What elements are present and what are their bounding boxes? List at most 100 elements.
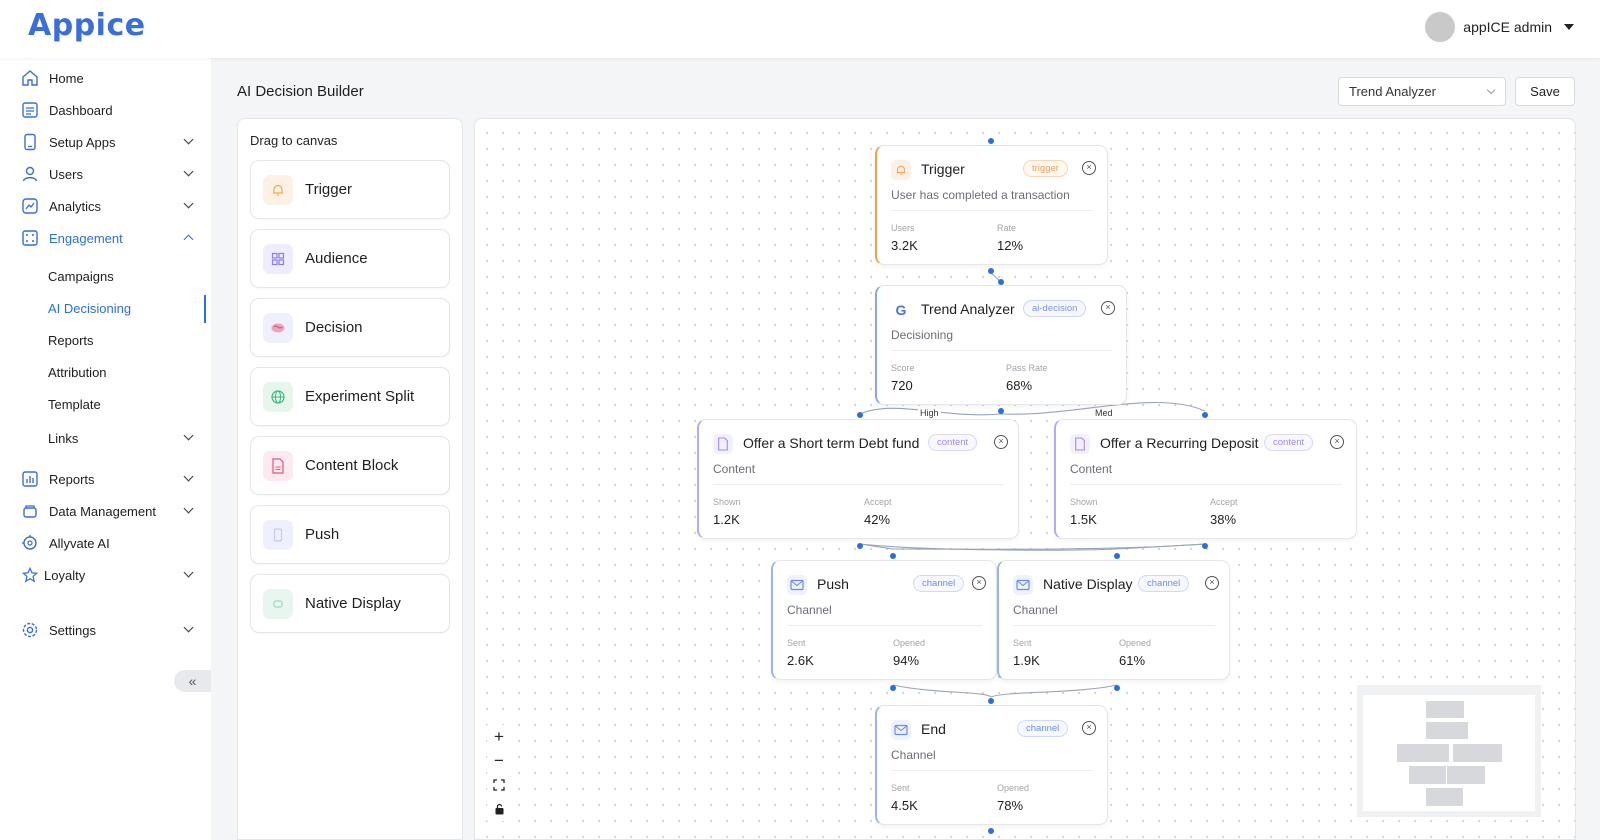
sidebar-item-allyvate-ai[interactable]: Allyvate AI bbox=[20, 529, 192, 557]
close-icon[interactable]: × bbox=[994, 435, 1008, 449]
palette-item-native-display[interactable]: Native Display bbox=[250, 574, 450, 633]
save-button[interactable]: Save bbox=[1515, 77, 1575, 106]
user-menu[interactable]: appICE admin bbox=[1425, 12, 1574, 42]
sidebar-item-loyalty[interactable]: Loyalty bbox=[20, 561, 194, 589]
close-icon[interactable]: × bbox=[972, 576, 986, 590]
flow-canvas[interactable]: High Med Trigger trigger × User has comp… bbox=[474, 118, 1576, 840]
document-icon bbox=[1070, 434, 1090, 454]
caret-down-icon[interactable] bbox=[1564, 24, 1574, 30]
chevron-down-icon[interactable] bbox=[183, 622, 194, 633]
node-title: Trigger bbox=[921, 161, 965, 177]
sidebar-item-dashboard[interactable]: Dashboard bbox=[20, 96, 192, 124]
close-icon[interactable]: × bbox=[1205, 576, 1219, 590]
analytics-icon bbox=[20, 196, 40, 216]
chevron-down-icon[interactable] bbox=[183, 134, 194, 145]
sidebar-subitem-links[interactable]: Links bbox=[48, 424, 194, 452]
sidebar-subitem-attribution[interactable]: Attribution bbox=[48, 363, 107, 383]
metric-label: Opened bbox=[997, 783, 1030, 793]
node-trend-analyzer[interactable]: G Trend Analyzer ai-decision × Decisioni… bbox=[875, 285, 1127, 405]
sidebar-item-data-management[interactable]: Data Management bbox=[20, 497, 194, 525]
close-icon[interactable]: × bbox=[1082, 161, 1096, 175]
node-native-display[interactable]: Native Display channel × Channel Sent 1.… bbox=[997, 560, 1230, 680]
metric-value: 94% bbox=[893, 653, 920, 668]
chevron-down-icon[interactable] bbox=[183, 471, 194, 482]
sidebar-subitem-campaigns[interactable]: Campaigns bbox=[48, 267, 114, 287]
metric-value: 12% bbox=[997, 238, 1024, 253]
node-content-short-term-debt[interactable]: Offer a Short term Debt fund content × C… bbox=[697, 419, 1019, 539]
minimap-viewport bbox=[1363, 695, 1535, 811]
sidebar-item-analytics[interactable]: Analytics bbox=[20, 192, 194, 220]
node-push[interactable]: Push channel × Channel Sent 2.6K Opened … bbox=[771, 560, 997, 680]
zoom-out-button[interactable]: − bbox=[487, 749, 511, 773]
minimap-node bbox=[1409, 766, 1446, 784]
app-logo[interactable]: Appice bbox=[28, 8, 146, 43]
edge-push-end bbox=[892, 684, 992, 698]
divider bbox=[891, 210, 1093, 211]
document-icon bbox=[263, 450, 293, 481]
lock-icon[interactable] bbox=[487, 797, 511, 821]
divider bbox=[1070, 484, 1342, 485]
flow-select[interactable]: Trend Analyzer bbox=[1338, 77, 1506, 106]
reports-icon bbox=[20, 469, 40, 489]
sidebar-item-users[interactable]: Users bbox=[20, 160, 194, 188]
chevron-down-icon[interactable] bbox=[183, 567, 194, 578]
handle-dot bbox=[1114, 685, 1120, 691]
sidebar: Home Dashboard Setup Apps Users Analytic… bbox=[0, 58, 211, 840]
phone-icon bbox=[20, 132, 40, 152]
node-trigger[interactable]: Trigger trigger × User has completed a t… bbox=[875, 145, 1108, 265]
palette-item-decision[interactable]: Decision bbox=[250, 298, 450, 357]
palette-item-trigger[interactable]: Trigger bbox=[250, 160, 450, 219]
database-icon bbox=[20, 501, 40, 521]
metric-label: Users bbox=[891, 223, 915, 233]
node-type-badge: channel bbox=[913, 575, 965, 592]
chevron-up-icon[interactable] bbox=[183, 234, 194, 245]
mail-icon bbox=[891, 720, 911, 740]
metric-label: Shown bbox=[1070, 497, 1098, 507]
minimap-node bbox=[1447, 766, 1485, 784]
sidebar-item-engagement[interactable]: Engagement bbox=[20, 224, 194, 252]
dashboard-icon bbox=[20, 100, 40, 120]
avatar[interactable] bbox=[1425, 12, 1456, 42]
metric-value: 61% bbox=[1119, 653, 1146, 668]
palette-item-push[interactable]: Push bbox=[250, 505, 450, 564]
node-end[interactable]: End channel × Channel Sent 4.5K Opened 7… bbox=[875, 705, 1108, 825]
minimap[interactable] bbox=[1357, 685, 1541, 817]
handle-dot bbox=[988, 698, 994, 704]
sidebar-subitem-template[interactable]: Template bbox=[48, 395, 101, 415]
sidebar-subitem-ai-decisioning[interactable]: AI Decisioning bbox=[48, 299, 131, 319]
metric-value: 1.9K bbox=[1013, 653, 1040, 668]
user-name[interactable]: appICE admin bbox=[1463, 19, 1552, 35]
chevron-down-icon[interactable] bbox=[183, 198, 194, 209]
metric-value: 78% bbox=[997, 798, 1024, 813]
sidebar-subitem-reports[interactable]: Reports bbox=[48, 331, 94, 351]
node-type-badge: content bbox=[928, 434, 978, 451]
sidebar-item-home[interactable]: Home bbox=[20, 64, 192, 92]
metric-label: Sent bbox=[891, 783, 910, 793]
collapse-sidebar-button[interactable]: « bbox=[174, 670, 211, 692]
chevron-down-icon[interactable] bbox=[183, 430, 194, 441]
node-content-recurring-deposit[interactable]: Offer a Recurring Deposit content × Cont… bbox=[1054, 419, 1357, 539]
user-icon bbox=[20, 164, 40, 184]
sidebar-item-reports[interactable]: Reports bbox=[20, 465, 194, 493]
sidebar-item-settings[interactable]: Settings bbox=[20, 616, 194, 644]
gear-icon bbox=[20, 620, 40, 640]
close-icon[interactable]: × bbox=[1330, 435, 1344, 449]
close-icon[interactable]: × bbox=[1082, 721, 1096, 735]
fit-view-icon[interactable] bbox=[487, 773, 511, 797]
handle-dot bbox=[988, 828, 994, 834]
chevron-down-icon[interactable] bbox=[183, 503, 194, 514]
node-subtitle: User has completed a transaction bbox=[891, 188, 1070, 202]
node-subtitle: Channel bbox=[1013, 603, 1058, 617]
divider bbox=[713, 484, 1004, 485]
zoom-in-button[interactable]: + bbox=[487, 725, 511, 749]
palette-item-audience[interactable]: Audience bbox=[250, 229, 450, 288]
palette-item-experiment-split[interactable]: Experiment Split bbox=[250, 367, 450, 426]
chevron-down-icon[interactable] bbox=[183, 166, 194, 177]
metric-value: 68% bbox=[1006, 378, 1033, 393]
palette-item-content-block[interactable]: Content Block bbox=[250, 436, 450, 495]
handle-dot bbox=[1114, 553, 1120, 559]
metric-label: Pass Rate bbox=[1006, 363, 1048, 373]
node-subtitle: Channel bbox=[891, 748, 936, 762]
close-icon[interactable]: × bbox=[1101, 301, 1115, 315]
sidebar-item-setup-apps[interactable]: Setup Apps bbox=[20, 128, 194, 156]
